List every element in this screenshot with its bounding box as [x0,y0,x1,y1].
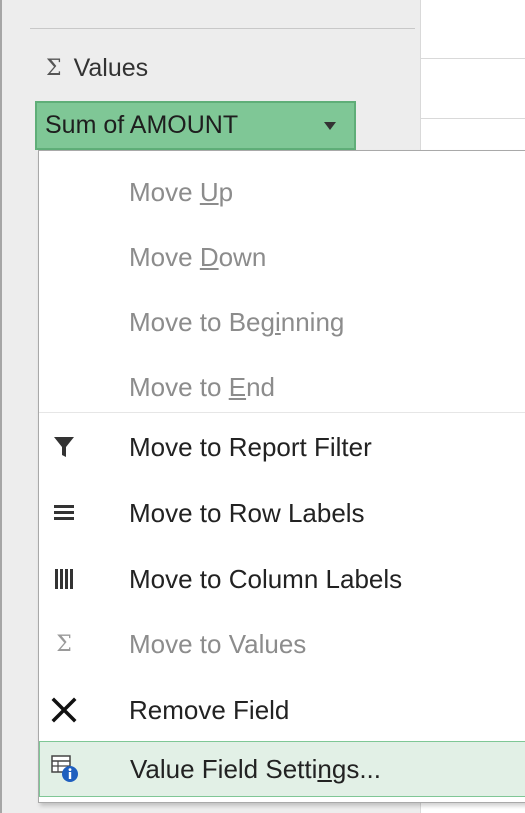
menu-item-value-field-settings[interactable]: Value Field Settings... [39,741,525,797]
menu-item-remove-field[interactable]: Remove Field [39,677,525,743]
menu-item-label: Move to Values [129,628,307,659]
filter-icon [49,432,79,462]
menu-item-move-to-column-labels[interactable]: Move to Column Labels [39,546,525,612]
menu-item-label: Move Down [129,241,267,272]
menu-item-label: Remove Field [129,694,290,725]
menu-item-label: Move to Report Filter [129,431,372,462]
row-labels-icon [49,498,79,528]
sum-of-amount-field-button[interactable]: Sum of AMOUNT [35,101,356,150]
remove-x-icon [49,695,79,725]
values-label: Values [73,53,149,82]
menu-item-move-to-values[interactable]: Σ Move to Values [39,611,525,677]
column-labels-icon [49,564,79,594]
menu-item-move-to-end[interactable]: Move to End [39,354,525,420]
values-area-header: Σ Values [46,50,148,86]
menu-item-label: Move to Beginning [129,306,345,337]
menu-item-move-to-report-filter[interactable]: Move to Report Filter [39,414,525,480]
panel-separator [30,28,415,29]
menu-item-label: Move to Row Labels [129,497,365,528]
field-context-menu: Move Up Move Down Move to Beginning Move… [38,150,525,803]
menu-item-label: Move to End [129,371,275,402]
grid-line [420,58,525,59]
menu-separator [39,412,525,413]
menu-item-move-down[interactable]: Move Down [39,224,525,290]
grid-line [420,118,525,119]
menu-item-move-to-row-labels[interactable]: Move to Row Labels [39,480,525,546]
menu-item-move-to-beginning[interactable]: Move to Beginning [39,289,525,355]
field-pill-label: Sum of AMOUNT [45,111,239,139]
sigma-icon: Σ [56,631,72,657]
menu-item-label: Value Field Settings... [130,753,382,784]
sigma-icon: Σ [46,55,62,81]
menu-item-label: Move Up [129,176,234,207]
menu-item-move-up[interactable]: Move Up [39,159,525,225]
dropdown-arrow-icon[interactable] [324,122,336,130]
panel-border [0,0,2,813]
field-settings-icon [50,754,80,784]
menu-item-label: Move to Column Labels [129,563,403,594]
